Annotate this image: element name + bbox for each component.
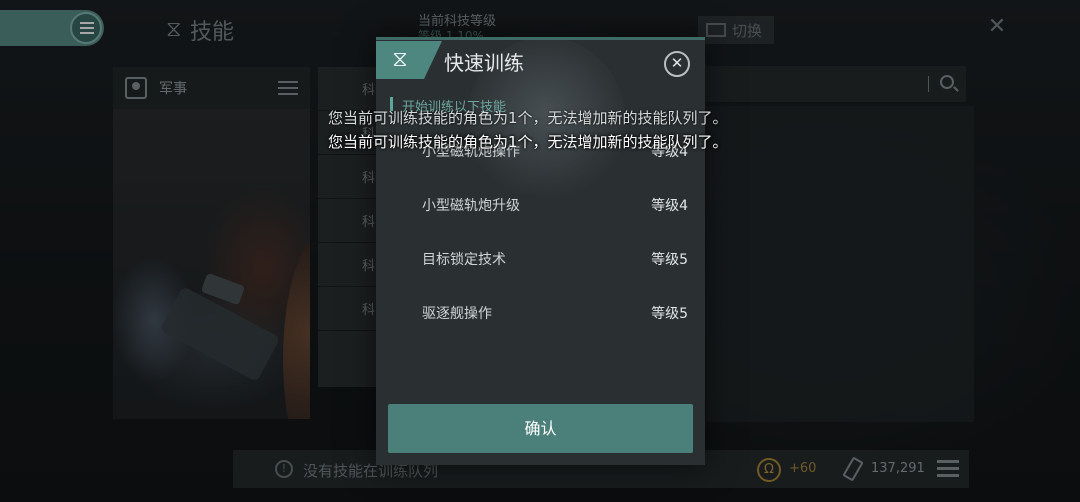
toast-message: 您当前可训练技能的角色为1个，无法增加新的技能队列了。 xyxy=(328,133,728,151)
list-item: 小型磁轨炮升级 等级4 xyxy=(422,195,692,249)
skill-name: 目标锁定技术 xyxy=(422,252,506,268)
list-item: 目标锁定技术 等级5 xyxy=(422,249,692,303)
dialog-header: ⧖ 快速训练 ✕ xyxy=(376,41,705,83)
dna-icon: ⧖ xyxy=(392,47,408,72)
skill-name: 驱逐舰操作 xyxy=(422,306,492,322)
quick-train-dialog: ⧖ 快速训练 ✕ 开始训练以下技能 小型磁轨炮操作 等级4 小型磁轨炮升级 等级… xyxy=(376,37,705,465)
skill-list: 小型磁轨炮操作 等级4 小型磁轨炮升级 等级4 目标锁定技术 等级5 驱逐舰操作… xyxy=(422,141,692,357)
dialog-title: 快速训练 xyxy=(444,51,524,75)
skill-level: 等级5 xyxy=(651,252,688,268)
toast-message: 您当前可训练技能的角色为1个，无法增加新的技能队列了。 xyxy=(328,109,728,127)
skill-level: 等级5 xyxy=(651,306,688,322)
skill-level: 等级4 xyxy=(651,198,688,214)
list-item: 驱逐舰操作 等级5 xyxy=(422,303,692,357)
close-button[interactable]: ✕ xyxy=(664,51,690,77)
skill-name: 小型磁轨炮升级 xyxy=(422,198,520,214)
confirm-button[interactable]: 确认 xyxy=(388,404,693,453)
